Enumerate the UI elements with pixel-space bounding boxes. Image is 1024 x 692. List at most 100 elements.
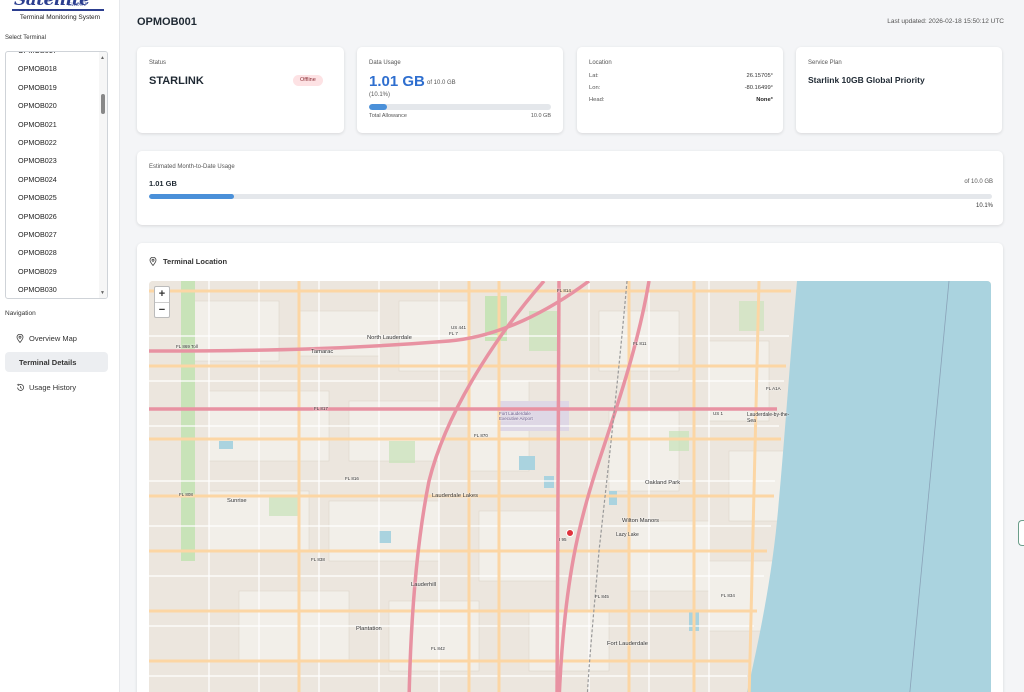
map-road-label: FL A1A xyxy=(766,386,781,391)
navigation-label: Navigation xyxy=(5,310,36,317)
logo-underline xyxy=(12,9,104,11)
nav-overview-map-label: Overview Map xyxy=(29,333,77,343)
heading-key: Head: xyxy=(589,97,605,103)
service-plan-value: Starlink 10GB Global Priority xyxy=(808,75,925,85)
estimated-usage-percent: 10.1% xyxy=(975,203,993,209)
terminal-items: OPMOB017OPMOB018OPMOB019OPMOB020OPMOB021… xyxy=(6,52,101,298)
map-road-label: FL 7 xyxy=(449,331,458,336)
data-usage-card: Data Usage 1.01 GB of 10.0 GB (10.1%) To… xyxy=(357,47,563,133)
map-pin-icon xyxy=(13,333,27,343)
data-usage-value: 1.01 GB xyxy=(369,73,425,90)
data-usage-progress-track xyxy=(369,104,551,110)
terminal-list-item[interactable]: OPMOB020 xyxy=(6,97,101,115)
map-place-label: Lauderdale Lakes xyxy=(431,493,479,499)
nav-terminal-details-label: Terminal Details xyxy=(19,357,77,367)
terminal-list-item[interactable]: OPMOB029 xyxy=(6,263,101,281)
longitude-row: Lon: -80.16499° xyxy=(589,85,773,95)
nav-terminal-details[interactable]: Terminal Details xyxy=(5,352,108,372)
longitude-value: -80.16499° xyxy=(744,85,773,91)
service-plan-label: Service Plan xyxy=(808,60,842,66)
data-usage-total: of 10.0 GB xyxy=(427,80,456,86)
terminal-list-item[interactable]: OPMOB026 xyxy=(6,208,101,226)
map-road-label: FL 838 xyxy=(311,557,325,562)
map-tiles[interactable] xyxy=(149,281,991,692)
terminal-list-item[interactable]: OPMOB017 xyxy=(6,52,101,60)
last-updated-timestamp: Last updated: 2026-02-18 15:50:12 UTC xyxy=(887,18,1004,25)
page-title: OPMOB001 xyxy=(137,16,197,28)
total-allowance-value: 10.0 GB xyxy=(530,113,551,119)
terminal-list-item[interactable]: OPMOB019 xyxy=(6,79,101,97)
map-place-label: Oakland Park xyxy=(645,480,681,486)
status-label: Status xyxy=(149,60,167,66)
estimated-usage-progress-fill xyxy=(149,194,235,199)
nav-usage-history[interactable]: Usage History xyxy=(5,377,108,397)
terminal-location-title-text: Terminal Location xyxy=(163,257,228,266)
company-logo: Satellite GROUP xyxy=(10,0,110,12)
data-usage-percent: (10.1%) xyxy=(369,92,391,98)
map-road-label: US 1 xyxy=(713,411,724,416)
terminal-list-item[interactable]: OPMOB024 xyxy=(6,171,101,189)
map-road-label: FL 811 xyxy=(633,341,647,346)
select-terminal-label: Select Terminal xyxy=(5,35,46,41)
scroll-down-arrow-icon[interactable]: ▼ xyxy=(100,290,105,296)
data-usage-label: Data Usage xyxy=(369,60,401,66)
nav-usage-history-label: Usage History xyxy=(29,382,77,392)
terminal-list-item[interactable]: OPMOB021 xyxy=(6,116,101,134)
estimated-usage-card: Estimated Month-to-Date Usage 1.01 GB of… xyxy=(137,151,1003,225)
terminal-listbox[interactable]: OPMOB017OPMOB018OPMOB019OPMOB020OPMOB021… xyxy=(5,51,108,299)
location-pin-icon xyxy=(149,257,157,266)
latitude-value: 26.15705° xyxy=(746,73,774,79)
map-place-label: Lauderhill xyxy=(411,582,437,588)
status-badge: Offline xyxy=(293,75,323,86)
terminal-list-item[interactable]: OPMOB027 xyxy=(6,226,101,244)
service-plan-card: Service Plan Starlink 10GB Global Priori… xyxy=(796,47,1002,133)
terminal-list-item[interactable]: OPMOB023 xyxy=(6,152,101,170)
map-place-label: Fort Lauderdale Executive Airport xyxy=(499,411,533,421)
map-road-label: FL 817 xyxy=(314,406,328,411)
map-place-label: North Lauderdale xyxy=(367,335,412,341)
zoom-in-button[interactable]: + xyxy=(155,287,169,302)
estimated-usage-total: of 10.0 GB xyxy=(964,179,993,185)
terminal-list-item[interactable]: OPMOB022 xyxy=(6,134,101,152)
map-road-label: FL 808 xyxy=(179,492,193,497)
terminal-map[interactable]: + − North Lauderdale Tamarac Sunrise Lau… xyxy=(149,281,991,692)
map-place-label: Wilton Manors xyxy=(622,518,660,524)
map-road-label: FL 814 xyxy=(557,288,571,293)
status-value: STARLINK xyxy=(149,75,204,87)
data-usage-progress-fill xyxy=(369,104,388,110)
logo-group-text: GROUP xyxy=(68,2,88,8)
listbox-scrollbar[interactable]: ▲ ▼ xyxy=(99,52,107,298)
map-road-label: FL 870 xyxy=(474,433,488,438)
map-place-label: Lauderdale-by-the-Sea xyxy=(747,412,790,424)
nav-overview-map[interactable]: Overview Map xyxy=(5,328,108,348)
map-place-label: Lazy Lake xyxy=(616,532,639,538)
map-road-label: FL 834 xyxy=(721,593,735,598)
terminal-location-title: Terminal Location xyxy=(149,257,227,266)
location-card: Location Lat: 26.15705° Lon: -80.16499° … xyxy=(577,47,783,133)
terminal-list-item[interactable]: OPMOB018 xyxy=(6,60,101,78)
map-road-label: FL 842 xyxy=(431,646,445,651)
floating-edge-widget[interactable] xyxy=(1018,520,1024,546)
terminal-list-item[interactable]: OPMOB028 xyxy=(6,244,101,262)
map-road-label: FL 845 xyxy=(595,594,609,599)
map-place-label: Fort Lauderdale xyxy=(607,641,648,647)
map-place-label: Plantation xyxy=(356,626,382,632)
map-zoom-control: + − xyxy=(154,286,170,318)
terminal-list-item[interactable]: OPMOB030 xyxy=(6,281,101,298)
zoom-out-button[interactable]: − xyxy=(155,302,169,317)
map-road-label: I 95 xyxy=(559,537,567,542)
map-road-label: US 441 xyxy=(451,325,467,330)
estimated-usage-value: 1.01 GB xyxy=(149,179,177,188)
map-place-label: Sunrise xyxy=(227,498,247,504)
scrollbar-thumb[interactable] xyxy=(101,94,105,114)
heading-value: None° xyxy=(756,97,773,103)
map-road-label: FL 816 xyxy=(345,476,359,481)
map-place-label: Tamarac xyxy=(311,349,334,355)
estimated-usage-progress-track xyxy=(149,194,992,199)
terminal-list-item[interactable]: OPMOB025 xyxy=(6,189,101,207)
heading-row: Head: None° xyxy=(589,97,773,107)
estimated-usage-label: Estimated Month-to-Date Usage xyxy=(149,164,235,170)
scroll-up-arrow-icon[interactable]: ▲ xyxy=(100,55,105,61)
system-title: Terminal Monitoring System xyxy=(19,14,101,21)
sidebar: Satellite GROUP Terminal Monitoring Syst… xyxy=(0,0,120,692)
